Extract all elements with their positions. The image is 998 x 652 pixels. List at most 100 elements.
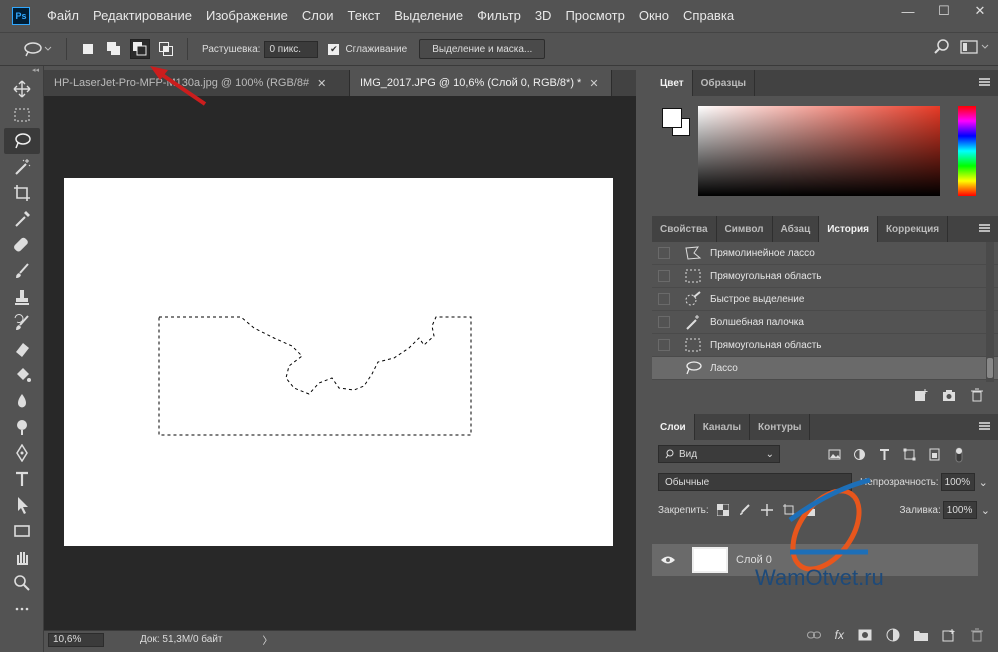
blur-tool[interactable] [4, 388, 40, 414]
history-item[interactable]: Быстрое выделение [652, 288, 998, 311]
menu-window[interactable]: Окно [632, 0, 676, 32]
image-filter-icon[interactable] [828, 448, 841, 461]
history-item[interactable]: Прямоугольная область [652, 334, 998, 357]
trash-icon[interactable] [970, 628, 984, 642]
healing-tool[interactable] [4, 232, 40, 258]
tab-paragraph[interactable]: Абзац [773, 216, 820, 242]
zoom-tool[interactable] [4, 570, 40, 596]
lock-position-icon[interactable] [760, 504, 773, 516]
new-group-icon[interactable] [914, 629, 928, 641]
app-logo[interactable]: Ps [12, 7, 30, 25]
more-tools[interactable] [4, 596, 40, 622]
tab-channels[interactable]: Каналы [695, 414, 750, 440]
fg-bg-swatches[interactable] [662, 108, 692, 138]
minimize-button[interactable]: — [890, 0, 926, 22]
shape-filter-icon[interactable] [903, 448, 916, 461]
tab-paths[interactable]: Контуры [750, 414, 811, 440]
history-item[interactable]: Прямоугольная область [652, 265, 998, 288]
history-checkbox[interactable] [658, 316, 670, 328]
intersect-selection-button[interactable] [156, 39, 176, 59]
camera-icon[interactable] [942, 388, 956, 402]
lasso-tool[interactable] [4, 128, 40, 154]
new-layer-icon[interactable] [942, 628, 956, 642]
trash-icon[interactable] [970, 388, 984, 402]
lock-artboard-icon[interactable] [782, 504, 795, 516]
menu-3d[interactable]: 3D [528, 0, 559, 32]
history-checkbox[interactable] [658, 339, 670, 351]
tool-preset-picker[interactable] [18, 36, 58, 62]
eyedropper-tool[interactable] [4, 206, 40, 232]
menu-view[interactable]: Просмотр [558, 0, 631, 32]
menu-select[interactable]: Выделение [387, 0, 470, 32]
lock-image-pixels-icon[interactable] [739, 504, 751, 516]
scroll-thumb[interactable] [987, 358, 993, 378]
menu-file[interactable]: Файл [40, 0, 86, 32]
close-tab-button[interactable]: ✕ [317, 77, 326, 90]
history-checkbox[interactable] [658, 247, 670, 259]
lock-transparent-pixels-icon[interactable] [716, 504, 729, 516]
pen-tool[interactable] [4, 440, 40, 466]
maximize-button[interactable]: ☐ [926, 0, 962, 22]
add-mask-icon[interactable] [858, 629, 872, 641]
type-tool[interactable] [4, 466, 40, 492]
menu-edit[interactable]: Редактирование [86, 0, 199, 32]
menu-image[interactable]: Изображение [199, 0, 295, 32]
history-item[interactable]: Прямолинейное лассо [652, 242, 998, 265]
history-checkbox[interactable] [658, 293, 670, 305]
crop-tool[interactable] [4, 180, 40, 206]
history-item[interactable]: Волшебная палочка [652, 311, 998, 334]
chevron-down-icon[interactable]: ⌄ [979, 476, 988, 489]
fx-icon[interactable]: fx [835, 628, 844, 642]
workspace-icon[interactable] [960, 39, 990, 55]
gradient-tool[interactable] [4, 362, 40, 388]
menu-filter[interactable]: Фильтр [470, 0, 528, 32]
dodge-tool[interactable] [4, 414, 40, 440]
close-button[interactable]: ✕ [962, 0, 998, 22]
history-scrollbar[interactable] [986, 242, 994, 382]
link-layers-icon[interactable] [806, 629, 821, 641]
hue-slider[interactable] [958, 106, 976, 196]
feather-input[interactable]: 0 пикс. [264, 40, 319, 58]
history-checkbox[interactable] [658, 362, 670, 374]
canvas-area[interactable] [44, 96, 636, 630]
tab-adjustments[interactable]: Коррекция [878, 216, 949, 242]
tab-color[interactable]: Цвет [652, 70, 693, 96]
fill-input[interactable]: 100% [942, 501, 977, 519]
eye-icon[interactable] [660, 554, 676, 566]
eraser-tool[interactable] [4, 336, 40, 362]
tab-properties[interactable]: Свойства [652, 216, 717, 242]
search-icon[interactable] [934, 39, 950, 55]
stamp-tool[interactable] [4, 284, 40, 310]
close-tab-button[interactable]: ✕ [589, 77, 598, 90]
menu-type[interactable]: Текст [341, 0, 388, 32]
lock-all-icon[interactable] [805, 504, 817, 516]
type-filter-icon[interactable] [878, 448, 891, 461]
shape-tool[interactable] [4, 518, 40, 544]
foreground-color-swatch[interactable] [662, 108, 682, 128]
color-spectrum[interactable] [698, 106, 940, 196]
tab-swatches[interactable]: Образцы [693, 70, 756, 96]
zoom-field[interactable]: 10,6% [48, 632, 104, 647]
adjustment-filter-icon[interactable] [853, 448, 866, 461]
tab-history[interactable]: История [819, 216, 878, 242]
brush-tool[interactable] [4, 258, 40, 284]
status-menu-arrow[interactable]: 〉 [263, 632, 273, 647]
tab-img-2017[interactable]: IMG_2017.JPG @ 10,6% (Слой 0, RGB/8*) * … [350, 70, 612, 96]
smart-object-filter-icon[interactable] [928, 448, 941, 461]
antialias-checkbox[interactable]: ✔ [328, 43, 340, 55]
tab-layers[interactable]: Слои [652, 414, 695, 440]
tab-hp-laserjet[interactable]: HP-LaserJet-Pro-MFP-M130a.jpg @ 100% (RG… [44, 70, 350, 96]
menu-layer[interactable]: Слои [295, 0, 341, 32]
chevron-down-icon[interactable]: ⌄ [981, 504, 990, 517]
blend-mode-select[interactable]: Обычные [658, 473, 852, 491]
select-and-mask-button[interactable]: Выделение и маска... [419, 39, 546, 59]
move-tool[interactable] [4, 76, 40, 102]
adjustment-layer-icon[interactable] [886, 628, 900, 642]
quick-select-tool[interactable] [4, 154, 40, 180]
marquee-tool[interactable] [4, 102, 40, 128]
panel-menu-icon[interactable] [979, 224, 990, 232]
panel-menu-icon[interactable] [979, 78, 990, 86]
panel-menu-icon[interactable] [979, 422, 990, 430]
layer-thumbnail[interactable] [692, 547, 728, 573]
new-selection-button[interactable] [78, 39, 98, 59]
